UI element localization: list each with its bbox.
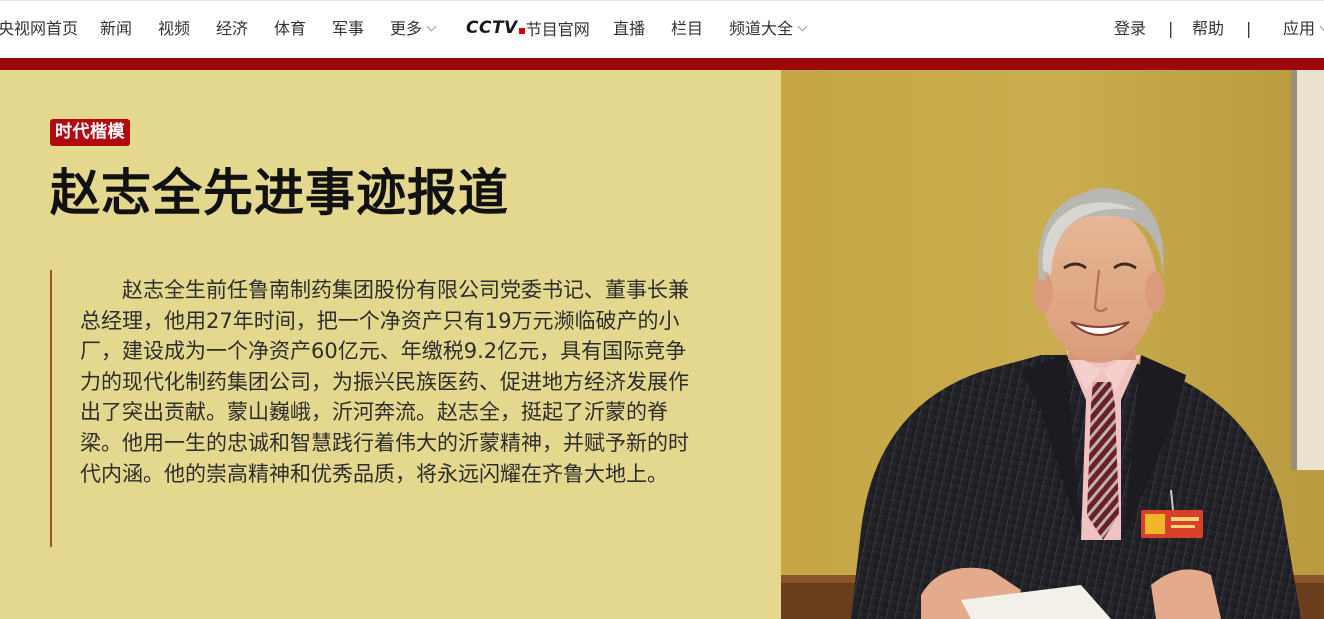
chevron-down-icon (426, 21, 437, 32)
feature-summary: 赵志全生前任鲁南制药集团股份有限公司党委书记、董事长兼总经理，他用27年时间，把… (80, 278, 689, 486)
nav-separator: | (1246, 19, 1252, 38)
nav-more-label: 更多 (390, 19, 423, 38)
nav-link-homepage[interactable]: 央视网首页 (0, 19, 78, 39)
chevron-down-icon (1319, 21, 1324, 32)
nav-accent-bar (0, 58, 1324, 70)
feature-banner-text-panel: 时代楷模 赵志全先进事迹报道 赵志全生前任鲁南制药集团股份有限公司党委书记、董事… (0, 70, 781, 619)
nav-link-live[interactable]: 直播 (613, 19, 645, 39)
login-link[interactable]: 登录 (1114, 19, 1146, 39)
portrait-photo (781, 70, 1324, 619)
nav-link-economy[interactable]: 经济 (216, 19, 248, 39)
nav-link-video[interactable]: 视频 (158, 19, 190, 39)
cctv-logo-text: 节目官网 (525, 20, 590, 39)
nav-link-sports[interactable]: 体育 (274, 19, 306, 39)
cctv-logo-dot (518, 28, 525, 34)
nav-channels-label: 频道大全 (729, 19, 794, 38)
cctv-program-site-logo[interactable]: CCTV 节目官网 (466, 16, 590, 40)
nav-link-military[interactable]: 军事 (332, 19, 364, 39)
apps-menu[interactable]: 应用 (1283, 19, 1324, 39)
cctv-logo-mark: CCTV (466, 18, 518, 38)
chevron-down-icon (797, 21, 808, 32)
nav-link-news[interactable]: 新闻 (100, 19, 132, 39)
nav-link-columns[interactable]: 栏目 (671, 19, 703, 39)
quote-rule (50, 270, 52, 547)
top-navigation: 央视网首页 新闻 视频 经济 体育 军事 更多 CCTV 节目官网 直播 栏目 频… (0, 0, 1324, 59)
apps-menu-label: 应用 (1283, 19, 1316, 38)
category-badge: 时代楷模 (50, 119, 130, 146)
nav-separator: | (1168, 19, 1174, 38)
nav-link-channels[interactable]: 频道大全 (729, 19, 808, 39)
nav-link-more[interactable]: 更多 (390, 19, 437, 39)
page-title: 赵志全先进事迹报道 (50, 164, 509, 222)
help-link[interactable]: 帮助 (1192, 19, 1224, 39)
